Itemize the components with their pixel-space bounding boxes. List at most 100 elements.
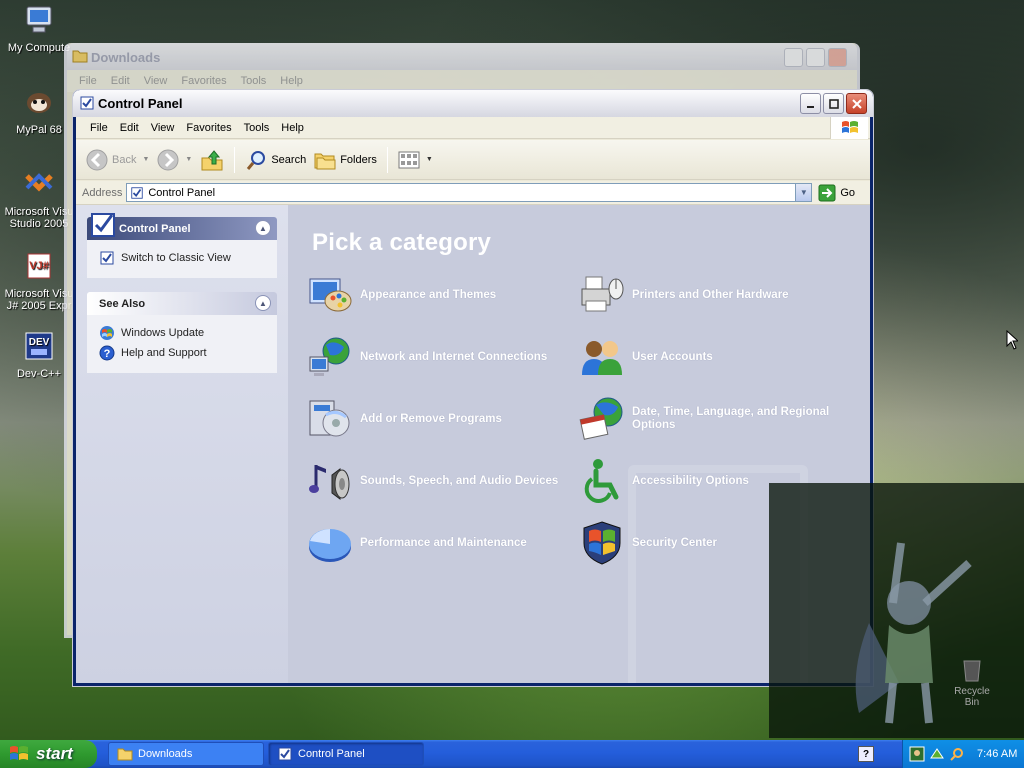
close-button[interactable] — [846, 93, 867, 114]
control-panel-icon — [278, 747, 292, 761]
toolbar-separator — [386, 146, 388, 173]
category-label: Printers and Other Hardware — [632, 288, 789, 301]
up-folder-icon — [201, 149, 223, 170]
downloads-menu-file[interactable]: File — [79, 75, 97, 87]
windows-logo — [830, 117, 868, 139]
windows-update-icon — [100, 326, 114, 340]
downloads-menubar: File Edit View Favorites Tools Help — [67, 70, 857, 92]
content-area: Control Panel ▲ Switch to Classic View S… — [76, 205, 870, 683]
forward-dropdown-icon[interactable]: ▼ — [185, 156, 192, 163]
category-add-or-remove-programs[interactable]: Add or Remove Programs — [306, 395, 502, 443]
category-appearance-and-themes[interactable]: Appearance and Themes — [306, 271, 496, 319]
see-also-title: See Also — [99, 297, 146, 310]
category-accessibility-options[interactable]: Accessibility Options — [578, 457, 749, 505]
category-label: Security Center — [632, 536, 718, 549]
page-title: Pick a category — [312, 229, 492, 256]
search-button[interactable]: Search — [241, 145, 310, 175]
views-button[interactable]: ▼ — [394, 145, 437, 175]
address-dropdown-button[interactable]: ▼ — [795, 184, 812, 201]
category-performance-and-maintenance[interactable]: Performance and Maintenance — [306, 519, 527, 567]
windows-update-label: Windows Update — [121, 327, 205, 339]
category-printers-and-hardware[interactable]: Printers and Other Hardware — [578, 271, 789, 319]
window-title: Control Panel — [98, 96, 183, 111]
minimize-button[interactable] — [800, 93, 821, 114]
downloads-menu-help[interactable]: Help — [280, 75, 303, 87]
menubar: File Edit View Favorites Tools Help — [76, 117, 870, 139]
address-input[interactable]: Control Panel ▼ — [126, 183, 813, 202]
category-sounds-speech-audio[interactable]: Sounds, Speech, and Audio Devices — [306, 457, 558, 505]
category-label: Sounds, Speech, and Audio Devices — [360, 474, 559, 487]
security-shield-icon — [583, 521, 621, 565]
control-panel-box-header[interactable]: Control Panel ▲ — [87, 213, 277, 240]
maximize-button[interactable] — [823, 93, 844, 114]
downloads-close-button[interactable] — [828, 48, 847, 67]
accessibility-icon — [584, 459, 619, 503]
menu-view[interactable]: View — [145, 122, 181, 134]
downloads-titlebar[interactable]: Downloads — [67, 43, 857, 70]
system-tray: 7:46 AM — [902, 740, 1024, 768]
views-dropdown-icon[interactable]: ▼ — [426, 156, 433, 163]
category-label: User Accounts — [632, 350, 713, 363]
menu-edit[interactable]: Edit — [114, 122, 145, 134]
see-also-box-header[interactable]: See Also ▲ — [87, 292, 277, 315]
back-button[interactable]: Back ▼ — [82, 145, 153, 175]
switch-to-classic-view-link[interactable]: Switch to Classic View — [99, 248, 267, 268]
downloads-minimize-button[interactable] — [784, 48, 803, 67]
back-label: Back — [112, 153, 137, 166]
visual-studio-icon — [25, 173, 53, 192]
forward-button[interactable]: ▼ — [153, 145, 196, 175]
go-arrow-icon — [818, 184, 836, 201]
folders-button[interactable]: Folders — [310, 145, 381, 175]
users-icon — [582, 341, 622, 375]
desktop-overlay-image: Recycle Bin — [769, 483, 1024, 738]
taskbar-item-downloads[interactable]: Downloads — [108, 742, 264, 766]
category-date-time-language-regional[interactable]: Date, Time, Language, and Regional Optio… — [578, 395, 852, 443]
menu-help[interactable]: Help — [275, 122, 310, 134]
search-label: Search — [271, 153, 307, 166]
start-button[interactable]: start — [0, 740, 97, 768]
network-icon — [309, 337, 350, 376]
go-button[interactable]: Go — [818, 184, 855, 202]
menu-favorites[interactable]: Favorites — [180, 122, 237, 134]
collapse-icon[interactable]: ▲ — [255, 295, 271, 311]
downloads-maximize-button[interactable] — [806, 48, 825, 67]
downloads-menu-tools[interactable]: Tools — [241, 75, 267, 87]
desktop-icon-recycle-bin[interactable]: Recycle Bin — [947, 655, 997, 708]
taskbar-item-label: Downloads — [138, 748, 193, 760]
tray-search-icon[interactable] — [949, 746, 965, 762]
up-folder-button[interactable] — [196, 145, 228, 175]
add-remove-icon — [309, 400, 350, 437]
category-user-accounts[interactable]: User Accounts — [578, 333, 713, 381]
control-panel-window[interactable]: Control Panel File Edit View Favorites T… — [73, 90, 873, 686]
category-network-and-internet[interactable]: Network and Internet Connections — [306, 333, 547, 381]
performance-icon — [309, 529, 351, 562]
tray-network-icon[interactable] — [929, 746, 945, 762]
printer-icon — [581, 276, 624, 312]
mouse-cursor-icon — [1006, 330, 1018, 350]
back-arrow-icon — [86, 149, 108, 170]
taskbar-item-control-panel[interactable]: Control Panel — [268, 742, 424, 766]
window-titlebar[interactable]: Control Panel — [73, 90, 873, 117]
menu-tools[interactable]: Tools — [238, 122, 276, 134]
language-help-icon[interactable]: ? — [858, 746, 874, 762]
start-label: start — [36, 744, 73, 763]
menu-file[interactable]: File — [84, 122, 114, 134]
switch-to-classic-view-label: Switch to Classic View — [121, 252, 231, 264]
collapse-icon[interactable]: ▲ — [255, 220, 271, 236]
clock[interactable]: 7:46 AM — [977, 748, 1017, 760]
tray-app-icon[interactable] — [909, 746, 925, 762]
category-security-center[interactable]: Security Center — [578, 519, 717, 567]
toolbar: Back ▼ ▼ Search Folders ▼ — [76, 140, 870, 180]
downloads-menu-edit[interactable]: Edit — [111, 75, 130, 87]
maximize-icon — [828, 98, 839, 109]
control-panel-box-title: Control Panel — [119, 222, 191, 235]
windows-flag-icon — [841, 121, 858, 133]
see-also-box-body: Windows Update ? Help and Support — [87, 315, 277, 373]
help-and-support-link[interactable]: ? Help and Support — [99, 343, 267, 363]
downloads-menu-view[interactable]: View — [144, 75, 168, 87]
control-panel-icon — [131, 186, 144, 199]
search-icon — [247, 150, 266, 170]
downloads-menu-favorites[interactable]: Favorites — [181, 75, 226, 87]
back-dropdown-icon[interactable]: ▼ — [142, 156, 149, 163]
windows-update-link[interactable]: Windows Update — [99, 323, 267, 343]
